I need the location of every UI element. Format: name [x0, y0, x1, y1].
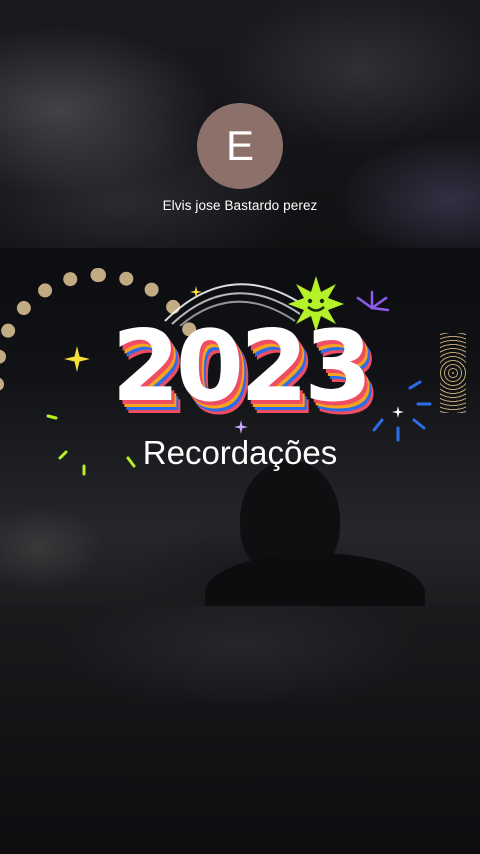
avatar[interactable]: E: [197, 103, 283, 189]
profile-header: E Elvis jose Bastardo perez: [0, 103, 480, 213]
memories-subtitle: Recordações: [142, 434, 338, 471]
video-frame[interactable]: 2023 Recordações: [0, 248, 480, 606]
username[interactable]: Elvis jose Bastardo perez: [163, 198, 318, 213]
story-viewer: E Elvis jose Bastardo perez 2023 Recorda…: [0, 0, 480, 854]
blurred-background-bottom: [0, 606, 480, 854]
avatar-letter: E: [225, 122, 254, 169]
sparkle-icon: [190, 286, 202, 298]
year-title: 2023: [111, 310, 373, 424]
